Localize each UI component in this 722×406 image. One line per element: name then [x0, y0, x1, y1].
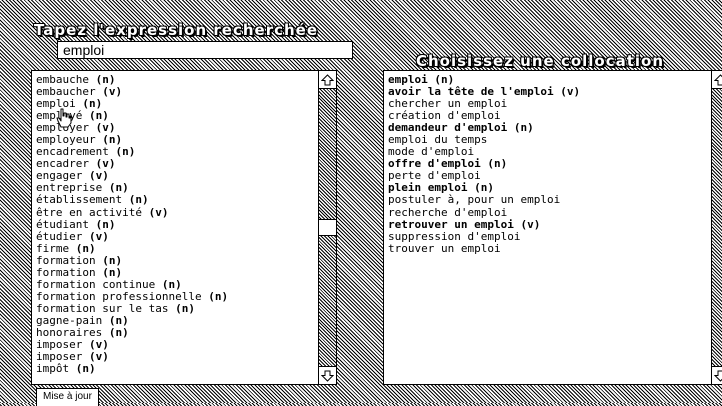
word-list-item-pos: (n) — [102, 265, 123, 279]
collocation-list-item-text: postuler à, pour un emploi — [388, 193, 561, 207]
word-list-item-pos: (v) — [88, 350, 109, 364]
word-list-item-pos: (n) — [88, 109, 109, 123]
word-list-item-text: impôt — [36, 362, 70, 376]
word-list-item-text: engager — [36, 169, 83, 183]
search-title: Tapez l'expression recherchée — [34, 21, 319, 39]
word-list-scrollbar[interactable] — [318, 71, 336, 384]
word-list-item-text: encadrer — [36, 157, 89, 171]
word-list-item-pos: (n) — [108, 313, 129, 327]
word-list-item-text: imposer — [36, 350, 83, 364]
word-list-item-pos: (v) — [148, 205, 169, 219]
collocation-list-item-text: retrouver un emploi — [388, 217, 514, 231]
word-list-item-text: formation sur le tas — [36, 301, 169, 315]
word-list-item-pos: (n) — [115, 145, 136, 159]
word-list-item-text: être en activité — [36, 205, 142, 219]
collocation-list-item-text: recherche d'emploi — [388, 205, 508, 219]
word-list-item-pos: (v) — [88, 169, 109, 183]
collocation-list-item-text: offre d'emploi — [388, 157, 481, 171]
word-list-item-text: formation — [36, 265, 96, 279]
word-list-item[interactable]: impôt (n) — [36, 363, 228, 375]
collocation-list-item-pos: (n) — [434, 73, 455, 86]
collocation-list-item-pos: (v) — [520, 217, 541, 231]
word-list-item-pos: (n) — [128, 193, 149, 207]
word-list-item-pos: (v) — [88, 338, 109, 352]
collocation-list-item-text: création d'emploi — [388, 109, 501, 123]
word-list-item-pos: (n) — [95, 217, 116, 231]
word-list-item-pos: (n) — [95, 73, 116, 86]
word-list-item-text: étudier — [36, 229, 83, 243]
word-list-item-pos: (n) — [208, 289, 229, 303]
collocation-list-item-text: trouver un emploi — [388, 241, 501, 255]
hand-cursor-icon — [56, 108, 72, 128]
word-list-scroll-thumb[interactable] — [319, 219, 336, 236]
scroll-up-arrow-icon[interactable] — [712, 71, 722, 89]
word-list-item-text: honoraires — [36, 325, 103, 339]
collocation-list-item-pos: (n) — [513, 121, 534, 135]
word-list-item-text: étudiant — [36, 217, 89, 231]
scroll-down-arrow-icon[interactable] — [712, 366, 722, 384]
collocation-list-item-text: perte d'emploi — [388, 169, 481, 183]
word-list-item-text: formation continue — [36, 277, 156, 291]
collocation-list-item-text: emploi — [388, 73, 428, 86]
update-button[interactable]: Mise à jour — [36, 388, 99, 406]
collocation-list-item-text: avoir la tête de l'emploi — [388, 85, 554, 99]
collocation-list-item-text: chercher un emploi — [388, 97, 508, 111]
word-list-item-text: embauche — [36, 73, 89, 86]
collocation-list-item-pos: (v) — [560, 85, 581, 99]
word-list-item-pos: (n) — [175, 301, 195, 315]
word-list-item-pos: (v) — [95, 157, 116, 171]
word-list-item-pos: (n) — [108, 181, 129, 195]
word-list-item-text: embaucher — [36, 85, 96, 99]
word-list-item-text: gagne-pain — [36, 313, 103, 327]
collocation-list-item-text: emploi du temps — [388, 133, 488, 147]
scroll-up-arrow-icon[interactable] — [319, 71, 336, 89]
word-list-item-pos: (n) — [161, 277, 182, 291]
scroll-down-arrow-icon[interactable] — [319, 366, 336, 384]
word-list-item-text: employeur — [36, 133, 96, 147]
word-list-item-text: formation professionnelle — [36, 289, 202, 303]
collocation-title: Choisissez une collocation — [416, 52, 665, 70]
word-list-item-text: établissement — [36, 193, 123, 207]
word-list-item-text: encadrement — [36, 145, 109, 159]
collocation-list-item-pos: (n) — [474, 181, 494, 195]
collocation-list-item-text: mode d'emploi — [388, 145, 475, 159]
collocation-list-item[interactable]: trouver un emploi — [388, 241, 580, 255]
word-list-item-pos: (n) — [102, 253, 123, 267]
word-list-item-pos: (n) — [102, 133, 123, 147]
word-list-item-pos: (n) — [75, 241, 96, 255]
word-list-item-pos: (v) — [95, 121, 116, 135]
word-list[interactable]: embauche (n) embaucher (v) emploi (n) emplo… — [31, 70, 337, 385]
word-list-item-pos: (v) — [88, 229, 109, 243]
collocation-list-item-text: plein emploi — [388, 181, 468, 195]
word-list-item-pos: (v) — [102, 85, 123, 99]
collocation-list-scrollbar[interactable] — [711, 71, 722, 384]
word-list-item-pos: (n) — [82, 97, 103, 111]
collocation-list-item-pos: (n) — [487, 157, 508, 171]
collocation-list[interactable]: emploi (n) avoir la tête de l'emploi (v) c… — [383, 70, 722, 385]
collocation-list-item-text: suppression d'emploi — [388, 229, 521, 243]
word-list-item-text: formation — [36, 253, 96, 267]
collocation-list-items: emploi (n) avoir la tête de l'emploi (v) c… — [388, 73, 581, 255]
word-list-item-pos: (n) — [75, 362, 96, 376]
word-list-item-text: imposer — [36, 338, 83, 352]
word-list-item-text: entreprise — [36, 181, 103, 195]
word-list-item-pos: (n) — [108, 325, 129, 339]
search-input[interactable]: emploi — [57, 41, 353, 59]
word-list-item-text: firme — [36, 241, 70, 255]
collocation-list-item-text: demandeur d'emploi — [388, 121, 508, 135]
